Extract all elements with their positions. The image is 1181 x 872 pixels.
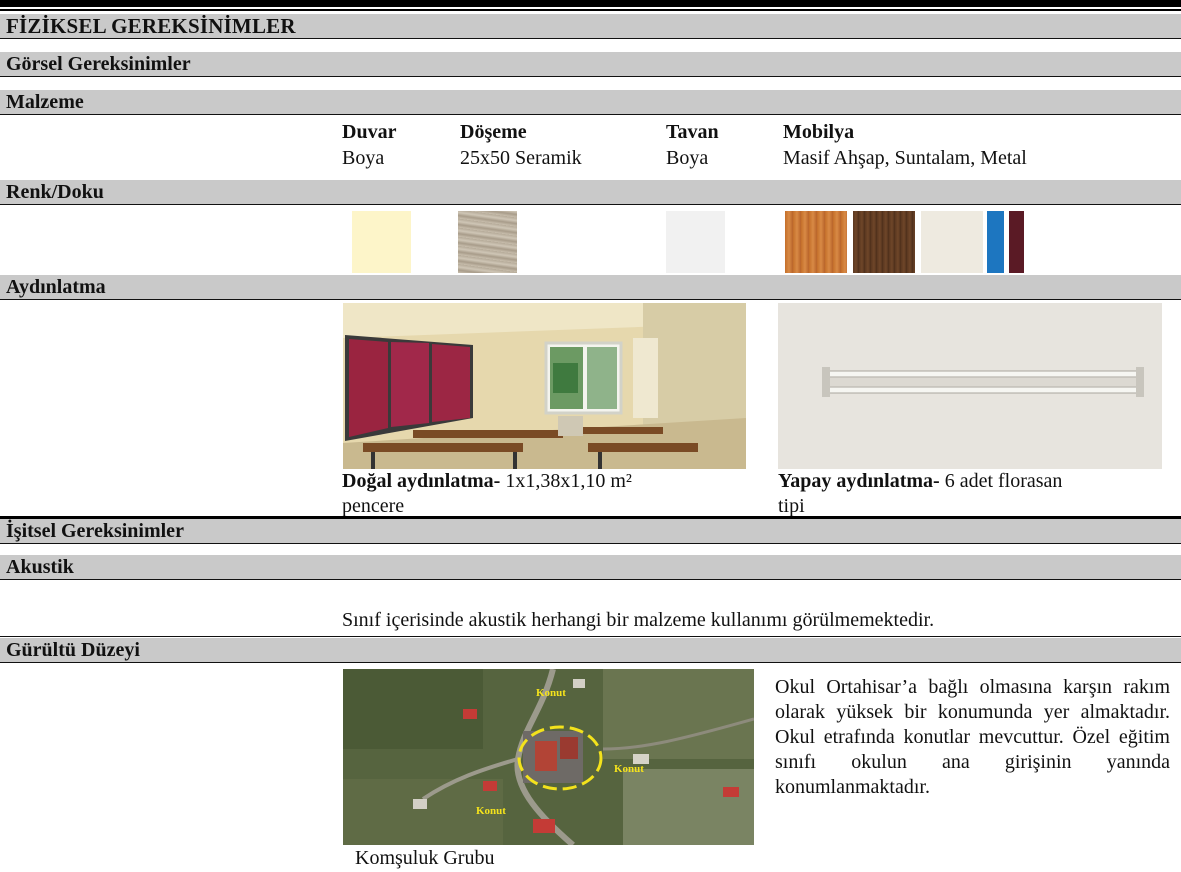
swatch-ceiling-paint: [666, 211, 725, 273]
material-value-ceiling: Boya: [666, 147, 709, 169]
section-heading-auditory: İşitsel Gereksinimler: [0, 516, 1181, 544]
page-title: FİZİKSEL GEREKSİNİMLER: [0, 14, 1181, 39]
material-value-floor: 25x50 Seramik: [460, 147, 582, 169]
swatch-furniture-metal-maroon: [1009, 211, 1024, 273]
natural-lighting-label: Doğal aydınlatma-: [342, 470, 501, 492]
noise-description-paragraph: Okul Ortahisar’a bağlı olmasına karşın r…: [775, 676, 1170, 798]
natural-lighting-caption-line1: Doğal aydınlatma- 1x1,38x1,10 m²: [342, 469, 632, 493]
subsection-heading-lighting: Aydınlatma: [0, 275, 1181, 300]
swatch-floor-ceramic: [458, 211, 517, 273]
subsection-heading-color-texture: Renk/Doku: [0, 180, 1181, 205]
section-heading-visual: Görsel Gereksinimler: [0, 52, 1181, 77]
artificial-lighting-caption-line2: tipi: [778, 495, 805, 517]
swatch-wall-paint: [352, 211, 411, 273]
artificial-lighting-count: 6 adet florasan: [944, 470, 1063, 492]
classroom-natural-light-photo: [343, 303, 746, 469]
map-label-house-east: Konut: [614, 763, 644, 775]
swatch-furniture-metal-blue: [987, 211, 1004, 273]
material-value-furniture: Masif Ahşap, Suntalam, Metal: [783, 147, 1027, 169]
acoustic-divider: [0, 636, 1181, 637]
swatch-furniture-wood-light: [785, 211, 847, 273]
material-label-ceiling: Tavan: [666, 121, 719, 143]
swatch-furniture-laminate: [921, 211, 983, 273]
map-label-house-north: Konut: [536, 687, 566, 699]
material-label-furniture: Mobilya: [783, 121, 855, 143]
artificial-lighting-label: Yapay aydınlatma-: [778, 470, 940, 492]
artificial-lighting-caption-line1: Yapay aydınlatma- 6 adet florasan: [778, 469, 1062, 493]
map-caption: Komşuluk Grubu: [355, 847, 495, 869]
material-label-wall: Duvar: [342, 121, 397, 143]
material-value-wall: Boya: [342, 147, 385, 169]
map-label-house-south: Konut: [476, 805, 506, 817]
neighborhood-aerial-map: Konut Konut Konut: [343, 669, 754, 845]
subsection-heading-material: Malzeme: [0, 90, 1181, 115]
subsection-heading-acoustic: Akustik: [0, 555, 1181, 580]
fluorescent-lamp-photo: [778, 303, 1162, 469]
natural-lighting-caption-line2: pencere: [342, 495, 405, 517]
natural-lighting-window-size: 1x1,38x1,10 m²: [505, 470, 632, 492]
material-label-floor: Döşeme: [460, 121, 527, 143]
top-border-thin: [0, 9, 1181, 11]
subsection-heading-noise: Gürültü Düzeyi: [0, 638, 1181, 663]
swatch-furniture-wood-dark: [853, 211, 915, 273]
acoustic-text: Sınıf içerisinde akustik herhangi bir ma…: [342, 609, 935, 631]
top-border-thick: [0, 0, 1181, 7]
